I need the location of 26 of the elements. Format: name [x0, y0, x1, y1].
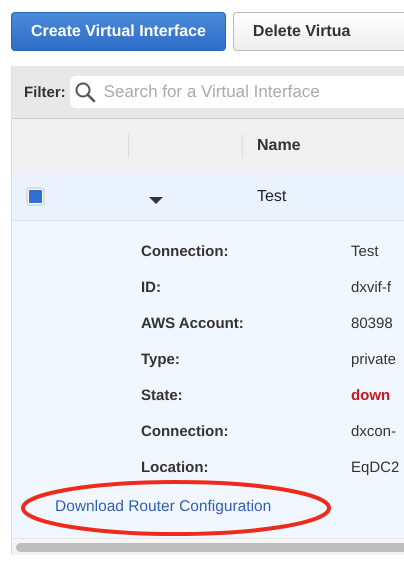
- detail-value: dxcon-: [351, 422, 398, 440]
- table-row[interactable]: Test: [12, 173, 404, 221]
- filter-label: Filter:: [24, 84, 66, 100]
- search-icon: [74, 81, 96, 103]
- caret-down-icon[interactable]: [148, 194, 164, 204]
- detail-value: dxvif-f: [351, 278, 392, 296]
- row-checkbox[interactable]: [26, 187, 45, 206]
- create-button[interactable]: Create Virtual Interface: [11, 12, 226, 51]
- detail-label: AWS Account:: [140, 314, 245, 332]
- detail-value: Test: [351, 242, 380, 260]
- detail-value: 80398: [351, 314, 394, 332]
- detail-label: Type:: [140, 350, 181, 368]
- table-cell-text: Test: [256, 188, 288, 206]
- detail-label: Connection:: [140, 422, 230, 440]
- detail-label: State:: [140, 386, 184, 404]
- detail-label: Location:: [140, 458, 210, 476]
- detail-label: ID:: [140, 278, 162, 296]
- detail-value: private: [351, 350, 398, 368]
- search-field[interactable]: Search for a Virtual Interface: [70, 76, 404, 108]
- column-header[interactable]: Name: [257, 137, 301, 155]
- horizontal-scrollbar[interactable]: [12, 538, 404, 555]
- detail-value: down: [351, 386, 392, 404]
- detail-label: Connection:: [140, 242, 230, 260]
- delete-button[interactable]: Delete Virtua: [232, 12, 404, 51]
- search-input[interactable]: Search for a Virtual Interface: [102, 81, 404, 103]
- detail-value: EqDC2: [351, 458, 400, 476]
